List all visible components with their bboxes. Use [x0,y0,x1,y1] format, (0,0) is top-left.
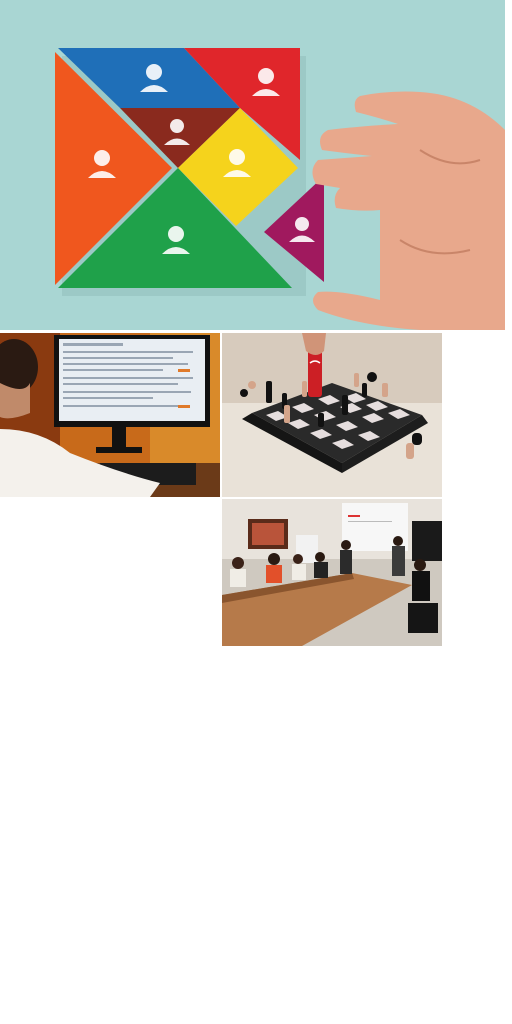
tangram-photo [0,0,505,330]
tv-screen [412,521,442,561]
chess-photo [222,333,442,497]
computer-photo [0,333,220,497]
meeting-photo [222,499,442,646]
